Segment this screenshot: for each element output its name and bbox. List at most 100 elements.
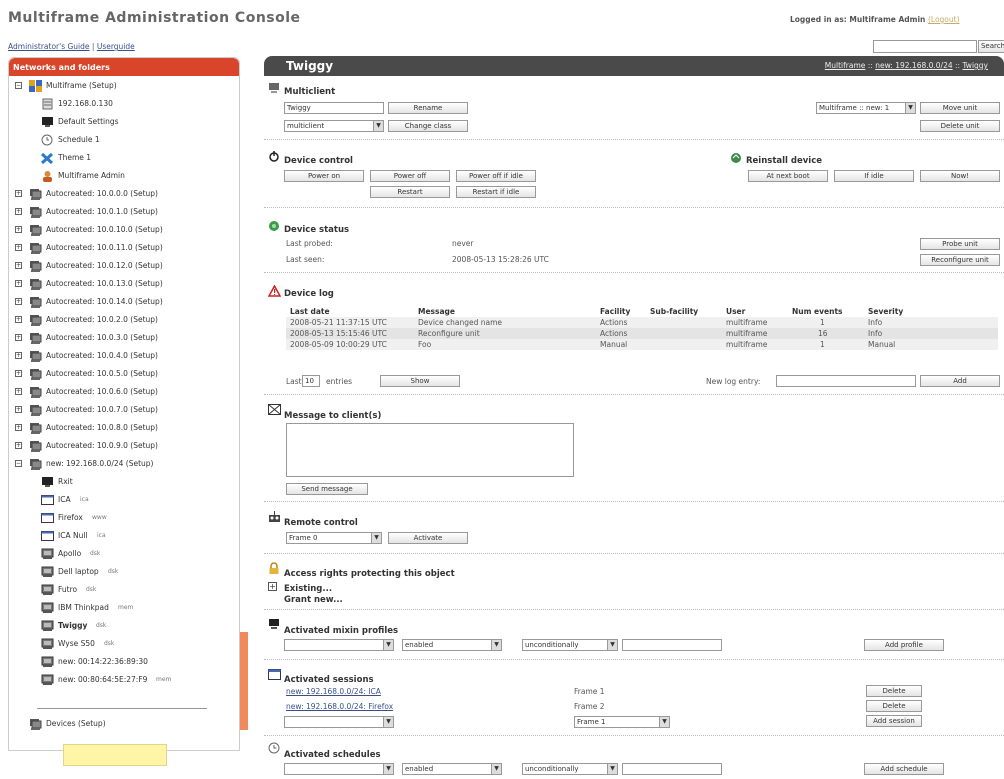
sidebar-item[interactable]: + Autocreated: 10.0.6.0 (Setup) bbox=[9, 384, 239, 400]
name-input[interactable]: Twiggy bbox=[284, 102, 384, 114]
sidebar-item[interactable]: + Autocreated: 10.0.1.0 (Setup) bbox=[9, 204, 239, 220]
activate-button[interactable]: Activate bbox=[388, 532, 468, 544]
frame-select[interactable]: Frame 0 ▼ bbox=[286, 532, 382, 544]
collapse-icon[interactable]: − bbox=[15, 460, 22, 467]
sidebar-item[interactable]: Rxit bbox=[9, 474, 239, 490]
sidebar-item[interactable]: Schedule 1 bbox=[9, 132, 239, 148]
schedule-condition-select[interactable]: unconditionally ▼ bbox=[522, 763, 618, 775]
change-class-button[interactable]: Change class bbox=[388, 120, 468, 132]
sidebar-item[interactable]: Multiframe Admin bbox=[9, 168, 239, 184]
expand-icon[interactable]: + bbox=[15, 262, 22, 269]
search-input[interactable] bbox=[873, 40, 977, 53]
add-schedule-button[interactable]: Add schedule bbox=[864, 763, 944, 775]
mixin-profile-select[interactable]: ▼ bbox=[284, 639, 394, 651]
last-entries-input[interactable]: 10 bbox=[302, 375, 320, 387]
sidebar-item[interactable]: + Autocreated: 10.0.12.0 (Setup) bbox=[9, 258, 239, 274]
session-select[interactable]: ▼ bbox=[284, 716, 394, 728]
existing-link[interactable]: Existing... bbox=[284, 584, 332, 594]
power-on-button[interactable]: Power on bbox=[284, 170, 364, 182]
move-unit-button[interactable]: Move unit bbox=[920, 102, 1000, 114]
sidebar-item[interactable]: + Autocreated: 10.0.14.0 (Setup) bbox=[9, 294, 239, 310]
sidebar-item[interactable]: + Autocreated: 10.0.0.0 (Setup) bbox=[9, 186, 239, 202]
expand-icon[interactable]: + bbox=[15, 442, 22, 449]
sidebar-item[interactable]: + Autocreated: 10.0.5.0 (Setup) bbox=[9, 366, 239, 382]
restart-button[interactable]: Restart bbox=[370, 186, 450, 198]
expand-icon[interactable]: + bbox=[15, 208, 22, 215]
expand-icon[interactable]: + bbox=[15, 190, 22, 197]
sidebar-item[interactable]: Devices (Setup) bbox=[9, 716, 239, 732]
add-profile-button[interactable]: Add profile bbox=[864, 639, 944, 651]
session-link[interactable]: new: 192.168.0.0/24: Firefox bbox=[286, 702, 393, 711]
expand-icon[interactable]: + bbox=[15, 226, 22, 233]
sidebar-item[interactable]: + Autocreated: 10.0.11.0 (Setup) bbox=[9, 240, 239, 256]
new-entry-input[interactable] bbox=[776, 375, 916, 387]
sidebar-item[interactable]: + Autocreated: 10.0.8.0 (Setup) bbox=[9, 420, 239, 436]
class-select[interactable]: multiclient ▼ bbox=[284, 120, 384, 132]
sidebar-item[interactable]: Futro dsk bbox=[9, 582, 239, 598]
expand-icon[interactable]: + bbox=[15, 388, 22, 395]
delete-session-button[interactable]: Delete bbox=[866, 685, 922, 697]
sidebar-item[interactable]: − Multiframe (Setup) bbox=[9, 78, 239, 94]
sidebar-item[interactable]: new: 00:80:64:5E:27:F9 mem bbox=[9, 672, 239, 688]
reconfigure-unit-button[interactable]: Reconfigure unit bbox=[920, 254, 1000, 266]
expand-icon[interactable]: + bbox=[15, 352, 22, 359]
expand-icon[interactable]: + bbox=[15, 316, 22, 323]
sidebar-item[interactable]: + Autocreated: 10.0.7.0 (Setup) bbox=[9, 402, 239, 418]
show-button[interactable]: Show bbox=[380, 375, 460, 387]
expand-icon[interactable]: + bbox=[15, 244, 22, 251]
sidebar-item[interactable]: + Autocreated: 10.0.4.0 (Setup) bbox=[9, 348, 239, 364]
next-boot-button[interactable]: At next boot bbox=[748, 170, 828, 182]
expand-icon[interactable]: + bbox=[15, 280, 22, 287]
sidebar-item[interactable]: Theme 1 bbox=[9, 150, 239, 166]
if-idle-button[interactable]: If idle bbox=[834, 170, 914, 182]
expand-icon[interactable]: + bbox=[15, 298, 22, 305]
mixin-state-select[interactable]: enabled ▼ bbox=[402, 639, 502, 651]
sidebar-item[interactable]: + Autocreated: 10.0.13.0 (Setup) bbox=[9, 276, 239, 292]
breadcrumb-item[interactable]: new: 192.168.0.0/24 bbox=[875, 61, 952, 70]
schedule-extra-input[interactable] bbox=[622, 763, 722, 775]
sidebar-item[interactable]: Twiggy dsk bbox=[9, 618, 239, 634]
sidebar-item[interactable]: new: 00:14:22:36:89:30 bbox=[9, 654, 239, 670]
probe-unit-button[interactable]: Probe unit bbox=[920, 238, 1000, 250]
expand-icon[interactable]: + bbox=[15, 406, 22, 413]
add-session-button[interactable]: Add session bbox=[866, 715, 922, 727]
expand-icon[interactable]: + bbox=[15, 424, 22, 431]
send-message-button[interactable]: Send message bbox=[286, 483, 368, 495]
sidebar-item[interactable]: IBM Thinkpad mem bbox=[9, 600, 239, 616]
expand-icon[interactable]: + bbox=[15, 370, 22, 377]
sidebar-item[interactable]: + Autocreated: 10.0.3.0 (Setup) bbox=[9, 330, 239, 346]
sidebar-item[interactable]: Dell laptop dsk bbox=[9, 564, 239, 580]
expand-icon[interactable]: + bbox=[15, 334, 22, 341]
rename-button[interactable]: Rename bbox=[388, 102, 468, 114]
sidebar-item[interactable]: − new: 192.168.0.0/24 (Setup) bbox=[9, 456, 239, 472]
admin-guide-link[interactable]: Administrator's Guide bbox=[8, 42, 90, 51]
sidebar-item[interactable]: 192.168.0.130 bbox=[9, 96, 239, 112]
userguide-link[interactable]: Userguide bbox=[97, 42, 135, 51]
logout-link[interactable]: (Logout) bbox=[928, 15, 960, 24]
breadcrumb-item[interactable]: Twiggy bbox=[962, 61, 988, 70]
breadcrumb-item[interactable]: Multiframe bbox=[825, 61, 866, 70]
sidebar-item[interactable]: ICA ica bbox=[9, 492, 239, 508]
delete-session-button[interactable]: Delete bbox=[866, 700, 922, 712]
session-link[interactable]: new: 192.168.0.0/24: ICA bbox=[286, 687, 381, 696]
sidebar-item[interactable]: Apollo dsk bbox=[9, 546, 239, 562]
now-button[interactable]: Now! bbox=[920, 170, 1000, 182]
restart-idle-button[interactable]: Restart if idle bbox=[456, 186, 536, 198]
delete-unit-button[interactable]: Delete unit bbox=[920, 120, 1000, 132]
sidebar-item[interactable]: + Autocreated: 10.0.2.0 (Setup) bbox=[9, 312, 239, 328]
sidebar-item[interactable]: + Autocreated: 10.0.10.0 (Setup) bbox=[9, 222, 239, 238]
sidebar-item[interactable]: Wyse S50 dsk bbox=[9, 636, 239, 652]
add-log-button[interactable]: Add bbox=[920, 375, 1000, 387]
power-off-idle-button[interactable]: Power off if idle bbox=[456, 170, 536, 182]
message-textarea[interactable] bbox=[286, 423, 574, 477]
sidebar-item[interactable]: Default Settings bbox=[9, 114, 239, 130]
collapse-icon[interactable]: − bbox=[15, 82, 22, 89]
mixin-extra-input[interactable] bbox=[622, 639, 722, 651]
sidebar-item[interactable]: Firefox www bbox=[9, 510, 239, 526]
plus-box-icon[interactable]: + bbox=[268, 582, 277, 591]
grant-new-link[interactable]: Grant new... bbox=[284, 595, 343, 605]
session-frame-select[interactable]: Frame 1 ▼ bbox=[574, 716, 670, 728]
search-button[interactable]: Search bbox=[978, 40, 1004, 53]
power-off-button[interactable]: Power off bbox=[370, 170, 450, 182]
mixin-condition-select[interactable]: unconditionally ▼ bbox=[522, 639, 618, 651]
